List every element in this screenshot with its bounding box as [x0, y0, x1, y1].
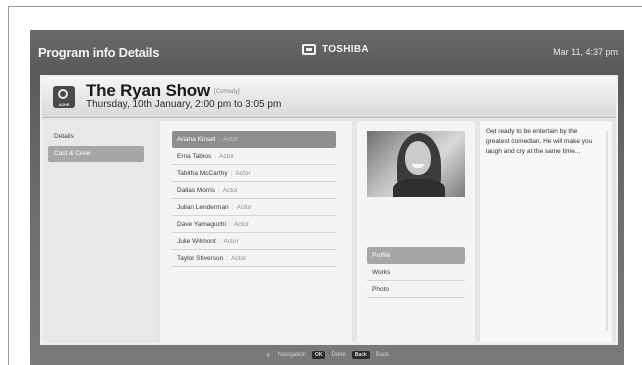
cast-name: Dallas Morris: [177, 187, 215, 194]
description-panel: Get ready to be entertain by the greates…: [480, 121, 612, 343]
brand-name: TOSHIBA: [322, 44, 369, 55]
clock: Mar 11, 4:37 pm: [553, 47, 618, 57]
cast-role: Actor: [223, 238, 239, 245]
tv-screen: Program info Details TOSHIBA Mar 11, 4:3…: [30, 30, 624, 365]
cast-row[interactable]: Dallas Morris: Actor: [172, 182, 336, 199]
channel-logo-icon: ASHE: [53, 86, 75, 108]
cast-separator: :: [214, 153, 217, 160]
cast-row[interactable]: Tabitha McCarthy: Actor: [172, 165, 336, 182]
cast-separator: :: [217, 187, 220, 194]
description-scrollbar[interactable]: [606, 131, 608, 331]
cast-name: Julian Lenderman: [177, 204, 229, 211]
sidebar-item-cast-crew[interactable]: Cast & Crew: [48, 146, 144, 162]
frame-left-line: [8, 6, 9, 365]
program-header: ASHE The Ryan Show [Comedy] Thursday, 10t…: [42, 77, 616, 118]
sidebar-item-details[interactable]: Details: [48, 129, 144, 145]
cast-name: Julie Wilmont: [177, 238, 216, 245]
back-key-icon: Back: [351, 351, 370, 359]
cast-name: Erna Tabios: [177, 153, 212, 160]
profile-menu-profile[interactable]: Profile: [367, 247, 465, 264]
cast-role: Actor: [235, 170, 251, 177]
cast-role: Actor: [233, 221, 249, 228]
cast-name: Ariana Kinsel: [177, 136, 216, 143]
cast-separator: :: [231, 204, 234, 211]
cast-separator: :: [226, 255, 229, 262]
program-genre: [Comedy]: [213, 88, 240, 95]
cast-name: Tabitha McCarthy: [177, 170, 228, 177]
cast-row[interactable]: Ariana Kinsel: Actor: [172, 131, 336, 148]
cast-role: Actor: [223, 136, 239, 143]
navigation-icon: ✧: [264, 350, 272, 360]
cast-separator: :: [230, 170, 233, 177]
screen-title: Program info Details: [38, 45, 160, 60]
cast-role: Actor: [219, 153, 235, 160]
cast-role: Actor: [231, 255, 247, 262]
tv-icon: [302, 44, 316, 55]
cast-list: Ariana Kinsel: Actor Erna Tabios: Actor Ta…: [160, 121, 352, 343]
brand: TOSHIBA: [302, 44, 369, 55]
description-text: Get ready to be entertain by the greates…: [486, 128, 593, 155]
cast-name: Taylor Stiverson: [177, 255, 224, 262]
cast-name: Dave Yamaguchi: [177, 221, 226, 228]
cast-separator: :: [228, 221, 231, 228]
program-datetime: Thursday, 10th January, 2:00 pm to 3:05 …: [86, 99, 282, 110]
cast-photo: [367, 131, 465, 197]
cast-row[interactable]: Julian Lenderman: Actor: [172, 199, 336, 216]
cast-role: Actor: [236, 204, 252, 211]
cast-row[interactable]: Taylor Stiverson: Actor: [172, 250, 336, 267]
profile-menu-photo[interactable]: Photo: [367, 281, 465, 298]
cast-separator: :: [218, 136, 221, 143]
profile-panel: Profile Works Photo: [357, 121, 475, 343]
top-bar: Program info Details TOSHIBA Mar 11, 4:3…: [30, 30, 624, 70]
photo-body: [393, 179, 445, 197]
channel-logo-ring: [58, 89, 68, 99]
photo-face: [405, 141, 431, 175]
sidebar: Details Cast & Crew: [42, 121, 155, 343]
cast-role: Actor: [222, 187, 238, 194]
ok-label: Done: [331, 352, 346, 358]
cast-separator: :: [218, 238, 221, 245]
profile-menu-works[interactable]: Works: [367, 264, 465, 281]
cast-row[interactable]: Dave Yamaguchi: Actor: [172, 216, 336, 233]
frame-top-line: [8, 6, 642, 7]
back-label: Back: [375, 352, 390, 358]
navigation-label: Navigation: [277, 352, 306, 358]
program-title-text: The Ryan Show: [86, 81, 210, 100]
ok-key-icon: OK: [311, 351, 326, 359]
program-title: The Ryan Show [Comedy]: [86, 81, 240, 101]
channel-logo-text: ASHE: [58, 102, 70, 107]
cast-row[interactable]: Julie Wilmont: Actor: [172, 233, 336, 250]
footer-hints: ✧ Navigation OK Done Back Back: [30, 348, 624, 362]
program-info-card: ASHE The Ryan Show [Comedy] Thursday, 10t…: [40, 75, 618, 345]
cast-row[interactable]: Erna Tabios: Actor: [172, 148, 336, 165]
